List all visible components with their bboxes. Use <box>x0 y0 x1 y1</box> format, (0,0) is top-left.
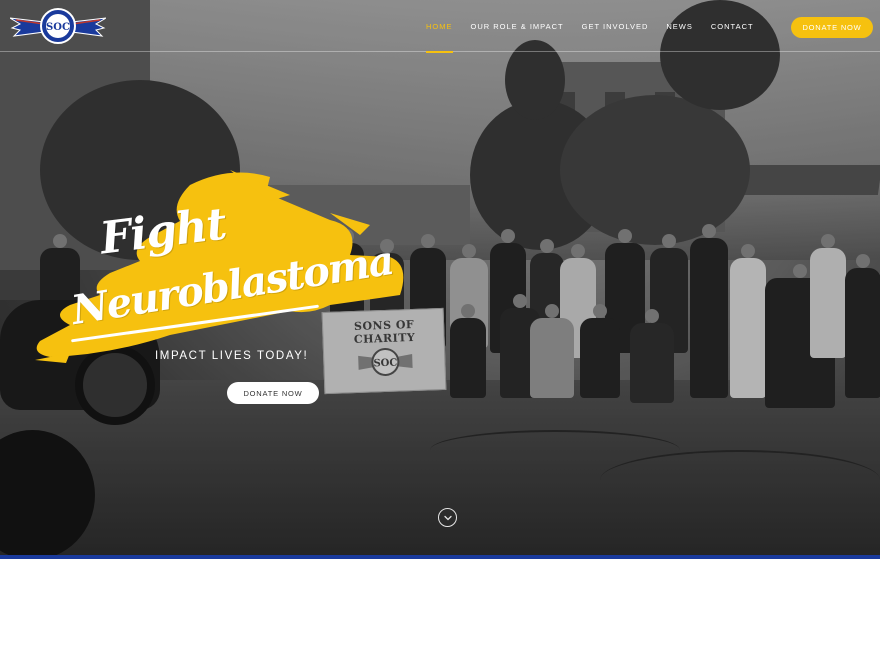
next-section <box>0 559 880 660</box>
nav-item-news[interactable]: NEWS <box>666 0 693 52</box>
soc-logo-icon[interactable]: SOC <box>10 6 106 46</box>
hero-subheadline: IMPACT LIVES TODAY! <box>155 350 309 362</box>
chevron-down-icon <box>443 515 452 520</box>
hero-section: SONS OF CHARITY SOC Fight Neuroblastoma … <box>0 0 880 556</box>
main-nav: HOME OUR ROLE & IMPACT GET INVOLVED NEWS… <box>426 0 772 53</box>
site-header: SOC HOME OUR ROLE & IMPACT GET INVOLVED … <box>0 0 880 53</box>
nav-item-our-role-impact[interactable]: OUR ROLE & IMPACT <box>471 0 564 52</box>
logo-text: SOC <box>46 22 70 33</box>
nav-item-contact[interactable]: CONTACT <box>711 0 754 52</box>
scroll-down-button[interactable] <box>438 508 457 527</box>
nav-item-get-involved[interactable]: GET INVOLVED <box>582 0 649 52</box>
nav-item-home[interactable]: HOME <box>426 0 453 53</box>
header-donate-button[interactable]: DONATE NOW <box>791 17 873 38</box>
hero-donate-button[interactable]: DONATE NOW <box>227 382 319 404</box>
